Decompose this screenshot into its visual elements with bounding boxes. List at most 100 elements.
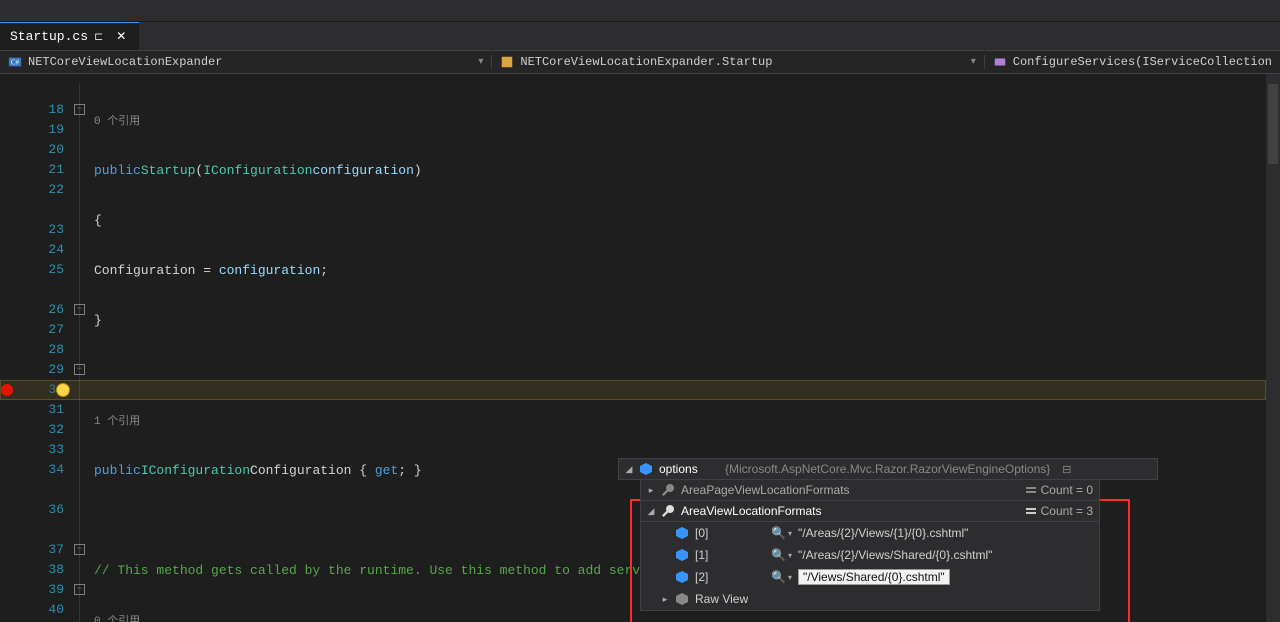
datatip-item-row[interactable]: [0] 🔍▾ "/Areas/{2}/Views/{1}/{0}.cshtml" [641, 522, 1099, 544]
line-number: 28 [14, 340, 70, 360]
expand-icon[interactable]: ◢ [625, 464, 633, 475]
text-visualizer-icon[interactable]: 🔍▾ [771, 548, 792, 562]
line-number: 27 [14, 320, 70, 340]
csharp-project-icon: C# [8, 55, 22, 69]
datatip-index: [2] [695, 570, 765, 584]
line-number: 38 [14, 560, 70, 580]
datatip-index: [1] [695, 548, 765, 562]
datatip-root-row[interactable]: ◢ options {Microsoft.AspNetCore.Mvc.Razo… [618, 458, 1158, 480]
spacer [661, 550, 669, 560]
variable-icon [675, 592, 689, 606]
close-icon[interactable]: ✕ [113, 29, 129, 45]
spacer [647, 528, 655, 538]
line-number: 29 [14, 360, 70, 380]
spacer [661, 528, 669, 538]
expand-icon[interactable]: ▸ [661, 594, 669, 605]
datatip-count: Count = 3 [1025, 504, 1093, 518]
nav-class-label: NETCoreViewLocationExpander.Startup [520, 55, 772, 69]
datatip-property-row[interactable]: ▸ AreaPageViewLocationFormats Count = 0 [640, 479, 1100, 501]
count-icon [1025, 505, 1037, 517]
variable-icon [675, 526, 689, 540]
line-number: 20 [14, 140, 70, 160]
spacer [647, 550, 655, 560]
nav-member-label: ConfigureServices(IServiceCollection [1013, 55, 1272, 69]
blank-line-number [14, 520, 70, 540]
datatip-value: {Microsoft.AspNetCore.Mvc.Razor.RazorVie… [725, 462, 1050, 476]
line-number-gutter: 18 19 20 21 22 23 24 25 26 27 28 29 30 3… [14, 74, 70, 622]
line-number: 19 [14, 120, 70, 140]
blank-line-number [14, 80, 70, 100]
breakpoint-gutter[interactable] [0, 74, 14, 622]
outline-collapse-icon[interactable]: − [74, 104, 85, 115]
datatip-rawview-label: Raw View [695, 592, 748, 606]
text-visualizer-icon[interactable]: 🔍▾ [771, 526, 792, 540]
codelens[interactable]: 1 个引用 [94, 410, 1280, 430]
line-number: 24 [14, 240, 70, 260]
file-tab[interactable]: Startup.cs ⊏ ✕ [0, 22, 139, 50]
datatip-property-row[interactable]: ◢ AreaViewLocationFormats Count = 3 [640, 500, 1100, 522]
nav-member[interactable]: ConfigureServices(IServiceCollection [985, 55, 1280, 69]
nav-bar: C# NETCoreViewLocationExpander ▾ NETCore… [0, 50, 1280, 74]
wrench-icon [661, 504, 675, 518]
datatip-expanded-group: ◢ AreaViewLocationFormats Count = 3 [0] … [640, 500, 1158, 611]
code-line: } [94, 310, 1280, 330]
nav-project[interactable]: C# NETCoreViewLocationExpander ▾ [0, 55, 491, 69]
breakpoint-icon[interactable] [1, 384, 13, 396]
datatip-index: [0] [695, 526, 765, 540]
outline-collapse-icon[interactable]: − [74, 304, 85, 315]
scrollbar-thumb[interactable] [1268, 84, 1278, 164]
line-number: 37 [14, 540, 70, 560]
code-line: public Startup(IConfiguration configurat… [94, 160, 1280, 180]
line-number: 21 [14, 160, 70, 180]
line-number: 34 [14, 460, 70, 480]
line-number: 18 [14, 100, 70, 120]
outline-guide [79, 84, 80, 622]
text-visualizer-icon[interactable]: 🔍▾ [771, 570, 792, 584]
vertical-scrollbar[interactable] [1266, 74, 1280, 622]
datatip-value: "/Areas/{2}/Views/{1}/{0}.cshtml" [798, 526, 968, 540]
variable-icon [639, 462, 653, 476]
datatip-value-selected[interactable]: "/Views/Shared/{0}.cshtml" [798, 569, 950, 585]
datatip-name: AreaViewLocationFormats [681, 504, 901, 518]
count-icon [1025, 484, 1037, 496]
datatip-item-row[interactable]: [2] 🔍▾ "/Views/Shared/{0}.cshtml" [641, 566, 1099, 588]
outline-collapse-icon[interactable]: − [74, 544, 85, 555]
svg-text:C#: C# [11, 59, 20, 67]
spacer [661, 572, 669, 582]
outline-collapse-icon[interactable]: − [74, 364, 85, 375]
nav-class[interactable]: NETCoreViewLocationExpander.Startup ▾ [491, 55, 984, 69]
datatip-item-row[interactable]: [1] 🔍▾ "/Areas/{2}/Views/Shared/{0}.csht… [641, 544, 1099, 566]
line-number: 39 [14, 580, 70, 600]
debugger-datatip[interactable]: ◢ options {Microsoft.AspNetCore.Mvc.Razo… [618, 458, 1158, 611]
wrench-icon [661, 483, 675, 497]
variable-icon [675, 548, 689, 562]
line-number: 26 [14, 300, 70, 320]
datatip-count: Count = 0 [1025, 483, 1093, 497]
pin-icon[interactable]: ⊟ [1062, 463, 1071, 476]
spacer [647, 594, 655, 604]
collapse-icon[interactable]: ◢ [647, 506, 655, 517]
codelens[interactable]: 0 个引用 [94, 110, 1280, 130]
method-icon [993, 55, 1007, 69]
line-number: 22 [14, 180, 70, 200]
lightbulb-icon[interactable] [56, 383, 70, 397]
blank-line-number [14, 280, 70, 300]
chevron-down-icon: ▾ [971, 56, 976, 68]
line-number: 23 [14, 220, 70, 240]
blank-line-number [14, 480, 70, 500]
line-number: 36 [14, 500, 70, 520]
outlining-gutter[interactable]: − − − − − [70, 74, 94, 622]
code-editor[interactable]: 18 19 20 21 22 23 24 25 26 27 28 29 30 3… [0, 74, 1280, 622]
datatip-items: [0] 🔍▾ "/Areas/{2}/Views/{1}/{0}.cshtml"… [640, 522, 1100, 611]
chevron-down-icon: ▾ [478, 56, 483, 68]
line-number: 31 [14, 400, 70, 420]
tab-strip: Startup.cs ⊏ ✕ [0, 22, 1280, 50]
line-number: 33 [14, 440, 70, 460]
line-number: 32 [14, 420, 70, 440]
outline-collapse-icon[interactable]: − [74, 584, 85, 595]
top-toolbar [0, 0, 1280, 22]
expand-icon[interactable]: ▸ [647, 485, 655, 496]
nav-project-label: NETCoreViewLocationExpander [28, 55, 222, 69]
pin-icon[interactable]: ⊏ [94, 30, 103, 44]
datatip-rawview-row[interactable]: ▸ Raw View [641, 588, 1099, 610]
